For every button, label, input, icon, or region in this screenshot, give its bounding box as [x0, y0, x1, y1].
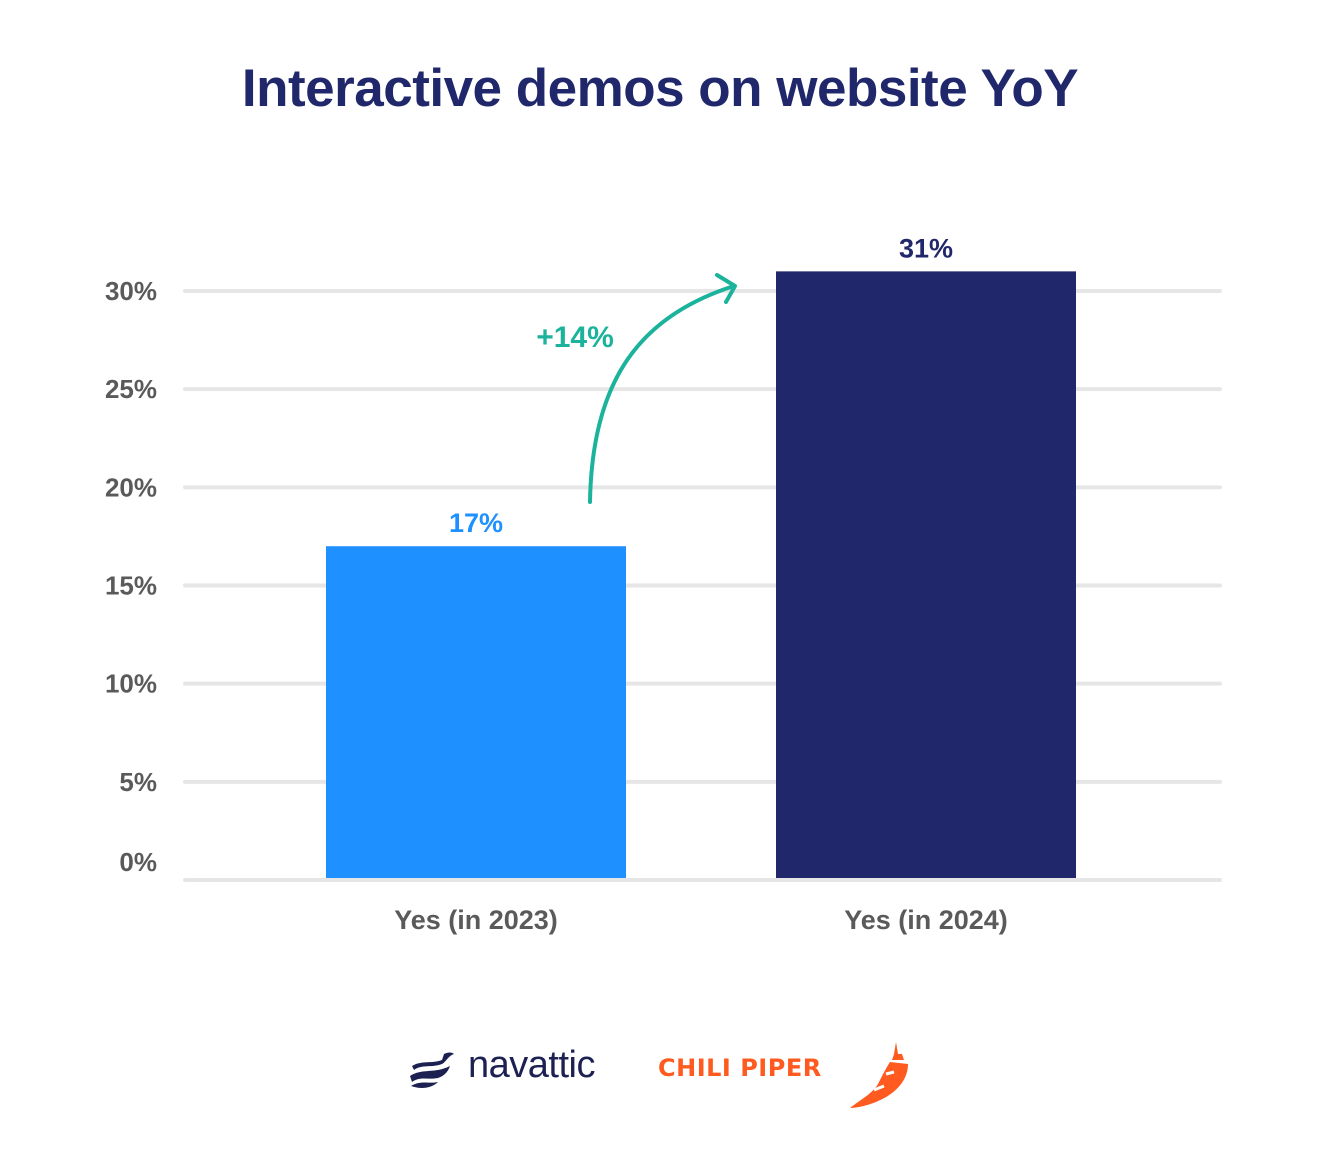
navattic-wordmark: navattic [468, 1044, 595, 1086]
x-tick-label: Yes (in 2024) [844, 905, 1008, 935]
growth-annotation-label: +14% [536, 321, 614, 354]
x-axis-ticks: Yes (in 2023) Yes (in 2024) [394, 905, 1008, 935]
y-tick-label: 30% [105, 276, 157, 306]
y-tick-label: 15% [105, 571, 157, 601]
bars [326, 271, 1076, 878]
bar-chart: 0% 5% 10% 15% 20% 25% 30% 17% 31% Yes (in 2023)… [105, 233, 1222, 935]
y-tick-label: 10% [105, 669, 157, 699]
y-tick-label: 0% [119, 847, 157, 877]
y-axis-ticks: 0% 5% 10% 15% 20% 25% 30% [105, 276, 157, 877]
bar-value-label: 17% [449, 508, 503, 538]
y-tick-label: 25% [105, 374, 157, 404]
y-tick-label: 20% [105, 472, 157, 502]
bar [326, 546, 626, 878]
bar-value-label: 31% [899, 233, 953, 263]
navattic-logo-icon [410, 1052, 454, 1088]
x-tick-label: Yes (in 2023) [394, 905, 558, 935]
y-tick-label: 5% [119, 767, 157, 797]
chili-pepper-icon [850, 1042, 908, 1108]
bar [776, 271, 1076, 878]
chili-piper-wordmark: CHILI PIPER [658, 1054, 822, 1082]
growth-arrow-icon [588, 284, 736, 504]
